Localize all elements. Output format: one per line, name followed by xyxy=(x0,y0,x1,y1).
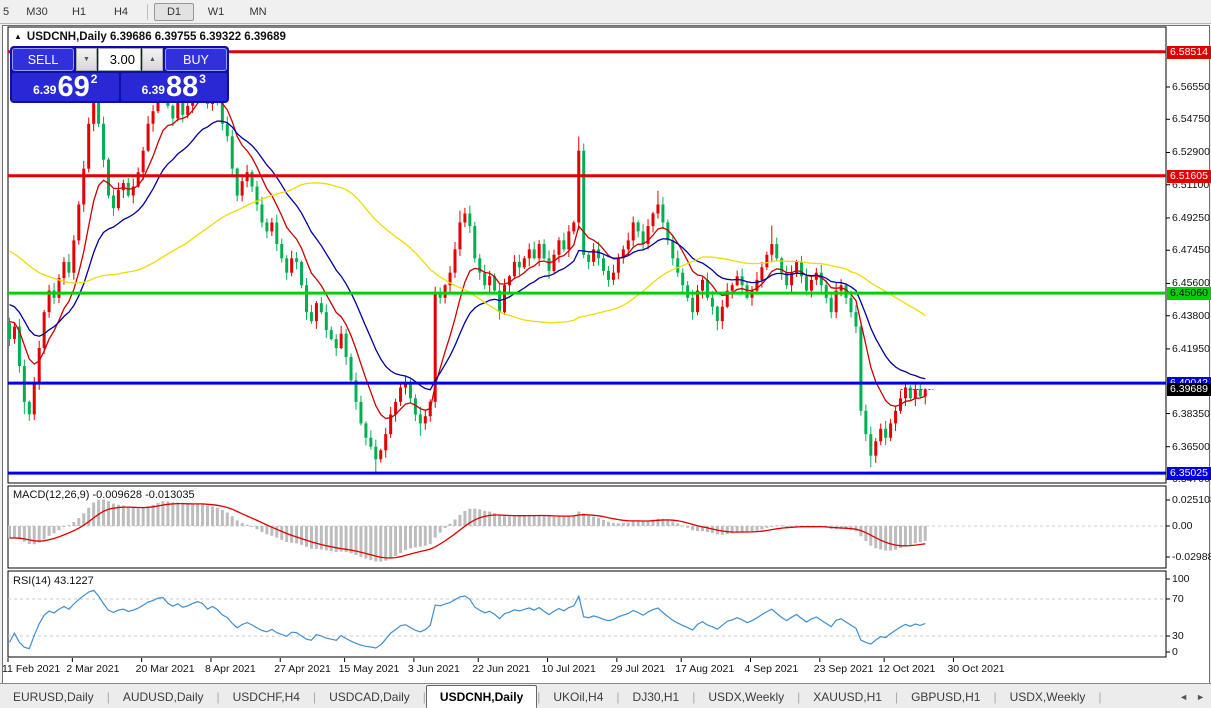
price-tick-label: 0.00 xyxy=(1172,520,1193,532)
sell-price-base: 6.39 xyxy=(33,83,57,97)
chart-tab-dj30-h1[interactable]: DJ30,H1 xyxy=(620,684,693,708)
date-tick-label: 23 Sep 2021 xyxy=(813,663,874,675)
buy-price-display[interactable]: 6.39 88 3 xyxy=(120,71,227,103)
date-tick-label: 4 Sep 2021 xyxy=(744,663,799,675)
date-tick-label: 17 Aug 2021 xyxy=(675,663,735,675)
rsi-indicator-label: RSI(14) 43.1227 xyxy=(13,575,94,587)
price-tick-label: 100 xyxy=(1172,573,1190,585)
date-tick-label: 12 Oct 2021 xyxy=(878,663,936,675)
date-tick-label: 2 Mar 2021 xyxy=(66,663,120,675)
price-tick-label: -0.029881 xyxy=(1172,551,1211,563)
price-tick-label: 6.52900 xyxy=(1172,146,1210,159)
volume-decrease-button[interactable]: ▼ xyxy=(76,48,97,71)
chart-tab-gbpusd-h1[interactable]: GBPUSD,H1 xyxy=(898,684,993,708)
buy-price-base: 6.39 xyxy=(141,83,165,97)
chart-window xyxy=(2,25,1210,684)
price-level-badge: 6.51605 xyxy=(1167,169,1211,183)
tab-scroll-left-icon[interactable]: ◄ xyxy=(1179,692,1188,702)
price-tick-label: 6.54750 xyxy=(1172,113,1210,126)
chart-tab-usdcnh-daily[interactable]: USDCNH,Daily xyxy=(425,685,538,708)
price-tick-label: 6.56550 xyxy=(1172,80,1210,93)
date-tick-label: 15 May 2021 xyxy=(338,663,400,675)
chart-tab-eurusd-daily[interactable]: EURUSD,Daily xyxy=(0,684,107,708)
sell-price-sup: 2 xyxy=(90,72,98,86)
price-tick-label: 0 xyxy=(1172,646,1178,658)
price-tick-label: 0.025108 xyxy=(1172,494,1211,506)
price-tick-label: 6.43800 xyxy=(1172,309,1210,322)
volume-input[interactable]: 3.00 xyxy=(98,48,141,71)
chart-tab-usdchf-h4[interactable]: USDCHF,H4 xyxy=(220,684,313,708)
date-tick-label: 29 Jul 2021 xyxy=(610,663,666,675)
chart-tab-usdcad-daily[interactable]: USDCAD,Daily xyxy=(316,684,423,708)
chart-ohlc-values: 6.39686 6.39755 6.39322 6.39689 xyxy=(110,31,286,43)
timeframe-button-W1[interactable]: W1 xyxy=(196,3,236,21)
volume-increase-button[interactable]: ▲ xyxy=(142,48,163,71)
date-tick-label: 30 Oct 2021 xyxy=(947,663,1005,675)
buy-price-big: 88 xyxy=(165,71,199,103)
timeframe-button-H1[interactable]: H1 xyxy=(59,3,99,21)
date-tick-label: 8 Apr 2021 xyxy=(204,663,256,675)
macd-indicator-label: MACD(12,26,9) -0.009628 -0.013035 xyxy=(13,489,195,501)
price-tick-label: 70 xyxy=(1172,593,1184,605)
timeframe-button-5[interactable]: 5 xyxy=(0,3,15,21)
chart-tab-ukoil-h4[interactable]: UKOil,H4 xyxy=(540,684,616,708)
timeframe-button-MN[interactable]: MN xyxy=(238,3,278,21)
trading-terminal: 5 M30 H1 H4 D1 W1 MN ▲ USDCNH,Daily 6.39686 6.3… xyxy=(0,0,1211,708)
tab-scroll-right-icon[interactable]: ► xyxy=(1196,692,1205,702)
chart-tab-bar: EURUSD,Daily | AUDUSD,Daily | USDCHF,H4 | USDC… xyxy=(0,683,1211,708)
price-tick-label: 6.49250 xyxy=(1172,211,1210,224)
chart-tab-usdx-weekly[interactable]: USDX,Weekly xyxy=(997,684,1099,708)
chart-tab-usdx-weekly[interactable]: USDX,Weekly xyxy=(695,684,797,708)
buy-price-sup: 3 xyxy=(199,72,206,86)
price-level-badge: 6.35025 xyxy=(1167,467,1211,481)
one-click-trade-panel: SELL ▼ 3.00 ▲ BUY 6.39 69 2 6.39 88 3 xyxy=(10,46,229,103)
date-tick-label: 10 Jul 2021 xyxy=(541,663,596,675)
price-tick-label: 6.47450 xyxy=(1172,244,1210,257)
price-tick-label: 6.36500 xyxy=(1172,440,1210,453)
price-level-badge: 6.39689 xyxy=(1167,383,1211,397)
date-tick-label: 27 Apr 2021 xyxy=(274,663,331,675)
sell-price-display[interactable]: 6.39 69 2 xyxy=(12,71,119,103)
chart-tab-xauusd-h1[interactable]: XAUUSD,H1 xyxy=(800,684,895,708)
timeframe-toolbar: 5 M30 H1 H4 D1 W1 MN xyxy=(0,0,1211,24)
collapse-triangle-icon[interactable]: ▲ xyxy=(14,32,22,41)
timeframe-button-H4[interactable]: H4 xyxy=(101,3,141,21)
price-tick-label: 30 xyxy=(1172,630,1184,642)
date-tick-label: 3 Jun 2021 xyxy=(407,663,460,675)
chart-symbol-label: USDCNH,Daily xyxy=(26,31,107,43)
price-tick-label: 6.41950 xyxy=(1172,342,1210,355)
buy-button[interactable]: BUY xyxy=(165,48,227,71)
timeframe-button-D1[interactable]: D1 xyxy=(154,2,194,21)
timeframe-button-M30[interactable]: M30 xyxy=(17,3,57,21)
price-level-badge: 6.58514 xyxy=(1167,45,1211,59)
tab-scroll-controls: ◄ ► xyxy=(1179,684,1205,708)
price-tick-label: 6.38350 xyxy=(1172,407,1210,420)
sell-button[interactable]: SELL xyxy=(12,48,74,71)
sell-price-big: 69 xyxy=(57,71,90,103)
chart-tab-audusd-daily[interactable]: AUDUSD,Daily xyxy=(110,684,217,708)
toolbar-separator xyxy=(147,3,148,20)
tab-separator: | xyxy=(1098,689,1102,704)
date-tick-label: 11 Feb 2021 xyxy=(2,663,61,675)
chart-title: ▲ USDCNH,Daily 6.39686 6.39755 6.39322 6.… xyxy=(14,31,286,43)
date-tick-label: 22 Jun 2021 xyxy=(472,663,531,675)
price-level-badge: 6.45060 xyxy=(1167,287,1211,301)
date-tick-label: 20 Mar 2021 xyxy=(135,663,195,675)
